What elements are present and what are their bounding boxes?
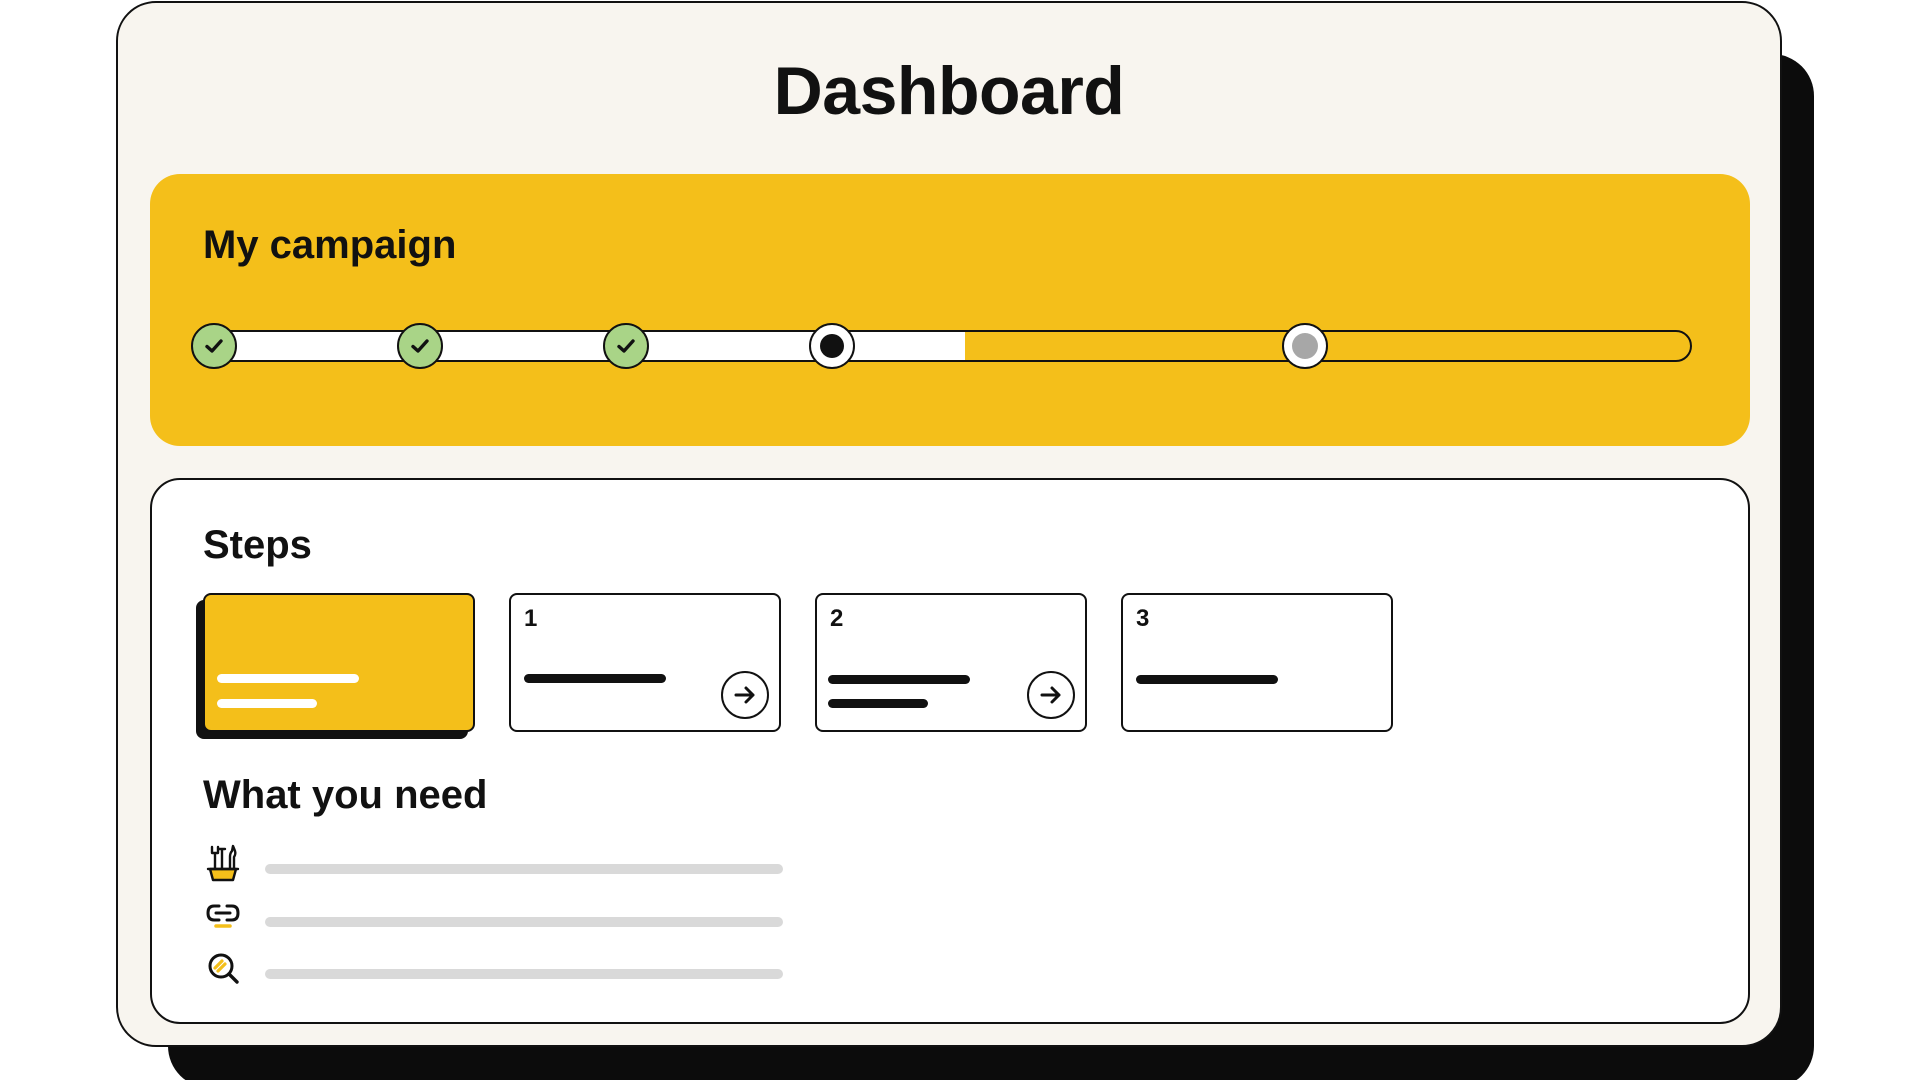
need-item-search xyxy=(205,948,785,988)
step-card-active[interactable] xyxy=(203,593,475,732)
steps-title: Steps xyxy=(203,523,312,567)
need-placeholder-line xyxy=(265,969,783,979)
check-icon xyxy=(411,339,429,353)
need-placeholder-line xyxy=(265,864,783,874)
milestone-5-upcoming xyxy=(1282,323,1328,369)
step-2-next-button[interactable] xyxy=(1027,671,1075,719)
milestone-2-done xyxy=(397,323,443,369)
milestone-1-done xyxy=(191,323,237,369)
dashboard-illustration: Dashboard My campaign Steps 1 2 3 What y… xyxy=(0,0,1920,1080)
page-title: Dashboard xyxy=(773,53,1125,129)
steps-card: Steps 1 2 3 What you need xyxy=(150,478,1750,1024)
step-number: 2 xyxy=(830,605,844,632)
step-placeholder-line xyxy=(217,699,317,708)
check-icon xyxy=(205,339,223,353)
need-item-tools xyxy=(205,843,785,883)
upcoming-dot-icon xyxy=(1292,333,1318,359)
arrow-right-icon xyxy=(734,686,755,704)
arrow-right-icon xyxy=(1040,686,1061,704)
milestone-4-current xyxy=(809,323,855,369)
step-placeholder-line xyxy=(524,674,666,683)
need-item-link xyxy=(205,896,785,936)
campaign-title: My campaign xyxy=(203,223,457,267)
link-icon xyxy=(206,904,240,928)
step-card-1[interactable]: 1 xyxy=(509,593,781,732)
step-placeholder-line xyxy=(828,675,970,684)
step-placeholder-line xyxy=(1136,675,1278,684)
current-dot-icon xyxy=(820,334,844,358)
step-card-2[interactable]: 2 xyxy=(815,593,1087,732)
dashboard-window: Dashboard My campaign Steps 1 2 3 What y… xyxy=(116,1,1782,1047)
step-1-next-button[interactable] xyxy=(721,671,769,719)
tools-icon xyxy=(206,844,240,882)
need-placeholder-line xyxy=(265,917,783,927)
step-card-3[interactable]: 3 xyxy=(1121,593,1393,732)
milestone-3-done xyxy=(603,323,649,369)
step-number: 3 xyxy=(1136,605,1150,632)
step-placeholder-line xyxy=(828,699,928,708)
step-placeholder-line xyxy=(217,674,359,683)
step-number: 1 xyxy=(524,605,538,632)
magnifier-icon xyxy=(208,953,239,984)
check-icon xyxy=(617,339,635,353)
campaign-card: My campaign xyxy=(150,174,1750,446)
what-you-need-title: What you need xyxy=(203,773,488,817)
